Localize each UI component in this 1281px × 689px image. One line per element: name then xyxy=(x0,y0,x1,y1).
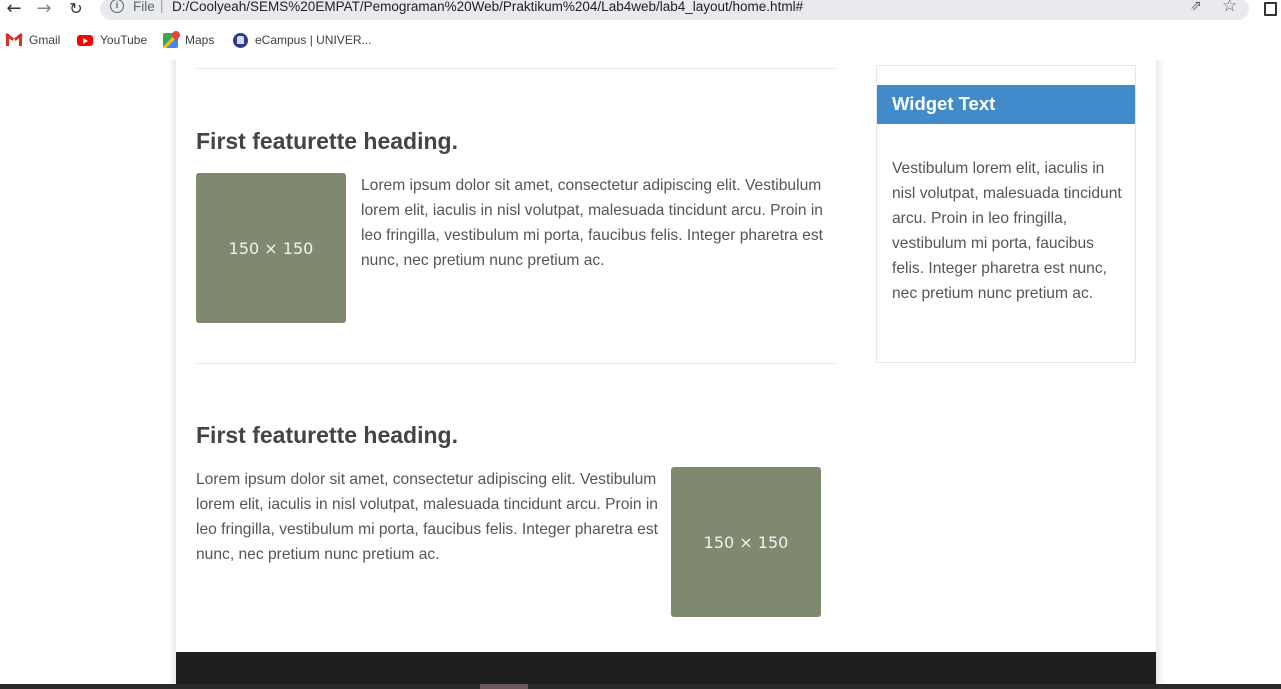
bookmark-youtube[interactable]: YouTube xyxy=(77,30,147,50)
forward-arrow-icon[interactable]: → xyxy=(33,0,55,20)
bookmark-ecampus[interactable]: eCampus | UNIVER... xyxy=(233,30,371,50)
bookmark-gmail[interactable]: Gmail xyxy=(5,30,61,50)
taskbar-item xyxy=(480,684,528,689)
gmail-icon xyxy=(5,33,23,46)
reload-icon[interactable]: ↻ xyxy=(65,0,87,20)
scheme-label: File xyxy=(133,0,155,14)
image-size-label: 150 × 150 xyxy=(228,238,314,258)
bookmark-star-icon[interactable]: ☆ xyxy=(1222,0,1237,16)
bookmarks-bar: Gmail YouTube Maps eCampus | UNIVER... xyxy=(0,30,1281,54)
address-separator: | xyxy=(160,0,164,13)
share-icon[interactable]: ⇗ xyxy=(1190,0,1202,14)
address-bar[interactable]: i File | D:/Coolyeah/SEMS%20EMPAT/Pemogr… xyxy=(100,0,1249,20)
featurette-heading: First featurette heading. xyxy=(196,422,458,448)
widget-text: Vestibulum lorem elit, iaculis in nisl v… xyxy=(892,160,1122,302)
placeholder-image: 150 × 150 xyxy=(196,173,346,323)
youtube-icon xyxy=(77,34,93,46)
back-arrow-icon[interactable]: ← xyxy=(3,0,25,20)
featurette-divider xyxy=(196,363,836,364)
image-size-label: 150 × 150 xyxy=(703,532,789,552)
featurette-text: Lorem ipsum dolor sit amet, consectetur … xyxy=(196,471,658,563)
side-panel-icon[interactable] xyxy=(1264,2,1277,16)
bookmark-label: Gmail xyxy=(29,33,61,47)
bookmark-label: YouTube xyxy=(100,33,148,47)
page-container: First featurette heading. 150 × 150 Lore… xyxy=(176,60,1156,689)
placeholder-image: 150 × 150 xyxy=(671,467,821,617)
taskbar-strip xyxy=(0,684,1281,689)
browser-window: ← → ↻ i File | D:/Coolyeah/SEMS%20EMPAT/… xyxy=(0,0,1281,689)
bookmark-label: Maps xyxy=(185,33,215,47)
url-text[interactable]: D:/Coolyeah/SEMS%20EMPAT/Pemograman%20We… xyxy=(172,0,803,14)
bookmark-maps[interactable]: Maps xyxy=(163,30,214,50)
browser-toolbar: ← → ↻ i File | D:/Coolyeah/SEMS%20EMPAT/… xyxy=(0,0,1281,21)
featurette-text: Lorem ipsum dolor sit amet, consectetur … xyxy=(361,177,823,269)
sidebar-widget: Widget Text Vestibulum lorem elit, iacul… xyxy=(876,65,1136,363)
featurette-divider xyxy=(196,68,836,69)
featurette-heading: First featurette heading. xyxy=(196,128,458,154)
ecampus-icon xyxy=(233,32,248,48)
bookmark-label: eCampus | UNIVER... xyxy=(255,33,372,47)
page-viewport[interactable]: First featurette heading. 150 × 150 Lore… xyxy=(0,60,1281,689)
widget-title: Widget Text xyxy=(877,85,1135,124)
info-icon[interactable]: i xyxy=(110,0,124,13)
maps-icon xyxy=(163,32,178,48)
